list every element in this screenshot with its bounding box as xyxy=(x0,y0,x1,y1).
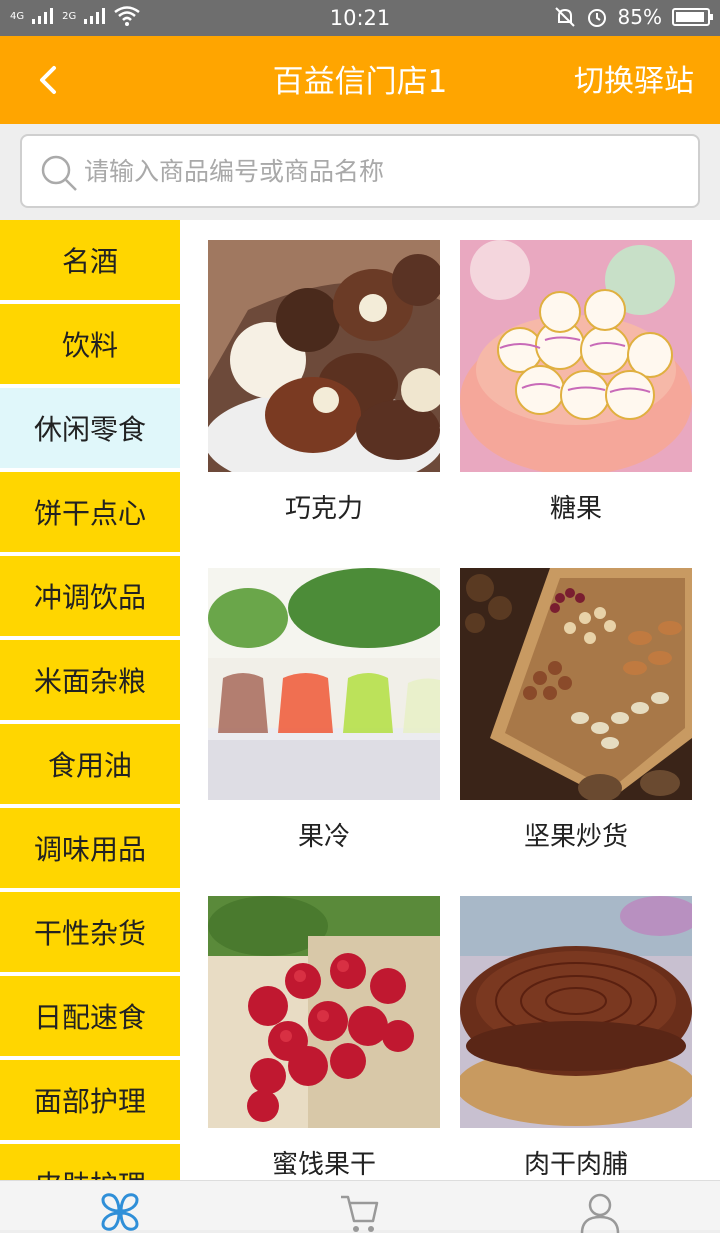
status-bar: 4G 2G 10:21 85% xyxy=(0,0,720,36)
sidebar-item-label: 皮肤护理 xyxy=(34,1164,146,1180)
category-icon[interactable] xyxy=(99,1191,141,1233)
app-header: 百益信门店1 切换驿站 xyxy=(0,36,720,124)
sidebar-item-beverages[interactable]: 冲调饮品 xyxy=(0,556,180,636)
sidebar-item-skin-care[interactable]: 皮肤护理 xyxy=(0,1144,180,1180)
sidebar-item-label: 饼干点心 xyxy=(33,497,146,530)
search-input[interactable] xyxy=(84,136,684,206)
mute-bell-icon xyxy=(554,7,575,27)
sidebar-item-label: 日配速食 xyxy=(33,1001,146,1034)
battery-icon xyxy=(672,8,713,26)
product-card-dried-fruit[interactable]: 蜜饯果干 xyxy=(208,896,440,1180)
search-icon xyxy=(41,155,77,191)
search-area xyxy=(0,124,720,220)
product-grid: 巧克力 糖果 果冷 坚果炒货 蜜饯果干 肉干肉脯 xyxy=(180,220,720,1180)
sidebar-item-label: 米面杂粮 xyxy=(33,665,146,698)
sidebar-item-label: 冲调饮品 xyxy=(33,581,146,614)
bottom-tab-bar xyxy=(0,1180,720,1233)
candy-image xyxy=(460,240,692,475)
chocolate-image xyxy=(204,240,445,490)
product-card-nuts[interactable]: 坚果炒货 xyxy=(460,568,692,853)
battery-percent: 85% xyxy=(617,5,662,29)
dried-fruit-image xyxy=(208,896,440,1128)
sidebar-item-label: 休闲零食 xyxy=(33,413,146,446)
sidebar-item-label: 面部护理 xyxy=(33,1085,146,1118)
sidebar-item-oil[interactable]: 食用油 xyxy=(0,724,180,804)
search-box[interactable] xyxy=(20,134,700,208)
sidebar-item-seasoning[interactable]: 调味用品 xyxy=(0,808,180,888)
alarm-icon xyxy=(587,9,606,27)
product-label: 坚果炒货 xyxy=(523,822,628,852)
sidebar-item-biscuits[interactable]: 饼干点心 xyxy=(0,472,180,552)
sidebar-item-face-care[interactable]: 面部护理 xyxy=(0,1060,180,1140)
sidebar-item-grains[interactable]: 米面杂粮 xyxy=(0,640,180,720)
sidebar-item-drinks[interactable]: 饮料 xyxy=(0,304,180,384)
sidebar-item-snacks[interactable]: 休闲零食 xyxy=(0,388,180,468)
sidebar-item-label: 饮料 xyxy=(61,329,118,362)
product-card-jelly[interactable]: 果冷 xyxy=(208,568,448,853)
switch-station-button[interactable]: 切换驿站 xyxy=(574,56,694,100)
sidebar-item-label: 食用油 xyxy=(47,749,132,782)
status-right: 85% xyxy=(554,5,713,29)
sidebar-item-instant-food[interactable]: 日配速食 xyxy=(0,976,180,1056)
user-icon[interactable] xyxy=(579,1191,621,1233)
product-label: 果冷 xyxy=(297,822,350,852)
product-label: 糖果 xyxy=(549,494,602,524)
product-card-jerky[interactable]: 肉干肉脯 xyxy=(456,896,700,1180)
product-label: 蜜饯果干 xyxy=(271,1150,376,1180)
sidebar-item-label: 调味用品 xyxy=(33,833,146,866)
product-label: 巧克力 xyxy=(284,494,363,524)
sidebar-item-label: 干性杂货 xyxy=(33,917,146,950)
jelly-image xyxy=(208,568,448,800)
sidebar-item-label: 名酒 xyxy=(61,245,118,278)
product-label: 肉干肉脯 xyxy=(523,1150,628,1180)
sidebar-item-dry-goods[interactable]: 干性杂货 xyxy=(0,892,180,972)
nuts-image xyxy=(460,568,692,802)
cart-icon[interactable] xyxy=(339,1191,381,1233)
sidebar-item-liquor[interactable]: 名酒 xyxy=(0,220,180,300)
product-card-candy[interactable]: 糖果 xyxy=(460,240,692,525)
category-sidebar: 名酒 饮料 休闲零食 饼干点心 冲调饮品 米面杂粮 食用油 调味用品 干性杂货 … xyxy=(0,220,180,1180)
product-card-chocolate[interactable]: 巧克力 xyxy=(204,240,445,525)
jerky-image xyxy=(456,896,700,1128)
